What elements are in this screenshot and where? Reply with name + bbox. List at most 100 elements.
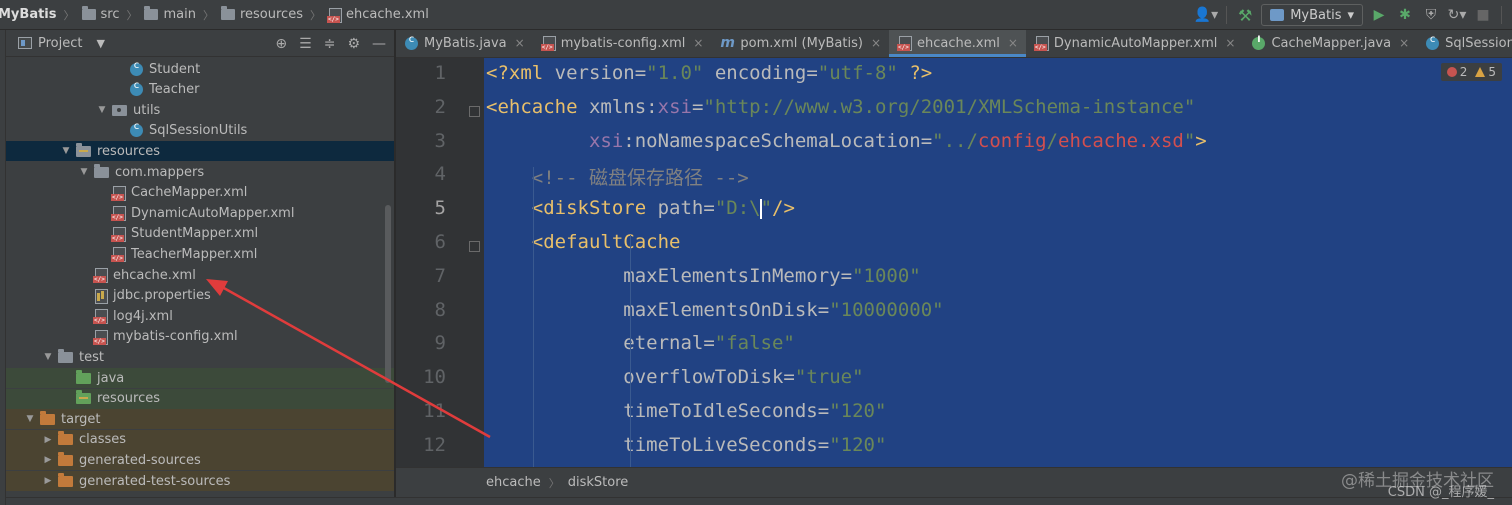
tree-item-dynamicautomapper-xml[interactable]: DynamicAutoMapper.xml [0,203,394,223]
tree-item-cachemapper-xml[interactable]: CacheMapper.xml [0,183,394,203]
close-icon[interactable]: × [1225,36,1235,50]
tree-item-ehcache-xml[interactable]: ehcache.xml [0,265,394,285]
tree-item-label: java [97,370,125,386]
code-line[interactable]: overflowToDisk="true" [486,366,863,388]
tab-cachemapper-java[interactable]: CacheMapper.java × [1243,30,1417,57]
line-number: 12 [423,433,446,456]
tab-mybatis-java[interactable]: MyBatis.java × [396,30,533,57]
code-editor[interactable]: 1 2 3 4 5 6 7 8 9 10 11 12 <?xml version="1.0" enco… [396,58,1512,467]
xml-file-icon [93,309,108,325]
gear-icon[interactable]: ⚙ [347,36,360,52]
chevron-right-icon[interactable]: ▶ [42,435,54,445]
tree-item-generated-sources[interactable]: ▶ generated-sources [0,450,394,471]
class-icon [405,34,418,50]
code-line[interactable]: <ehcache xmlns:xsi="http://www.w3.org/20… [486,96,1195,118]
chevron-down-icon[interactable]: ▼ [42,352,54,362]
close-icon[interactable]: × [515,36,525,50]
tree-item-utils[interactable]: ▼ utils [0,100,394,120]
code-line[interactable]: maxElementsOnDisk="10000000" [486,299,943,321]
locate-icon[interactable]: ⊕ [275,36,287,52]
tree-item-student[interactable]: Student [0,59,394,79]
tree-item-mybatis-config-xml[interactable]: mybatis-config.xml [0,327,394,347]
line-number: 8 [434,298,446,321]
tree-item-log4j-xml[interactable]: log4j.xml [0,306,394,326]
user-icon[interactable]: 👤▾ [1194,4,1218,26]
tree-item-teachermapper-xml[interactable]: TeacherMapper.xml [0,244,394,264]
fold-icon[interactable] [469,241,480,252]
tree-item-test[interactable]: ▼ test [0,347,394,367]
code-line[interactable]: <defaultCache [486,231,681,253]
code-line[interactable]: maxElementsInMemory="1000" [486,265,920,287]
tab-ehcache-xml[interactable]: ehcache.xml × [889,30,1026,57]
tree-item-studentmapper-xml[interactable]: StudentMapper.xml [0,224,394,244]
project-view-select[interactable]: Project ▼ [18,36,105,51]
code-line[interactable]: xsi:noNamespaceSchemaLocation="../config… [486,130,1207,152]
hammer-icon[interactable]: ⚒ [1235,4,1255,26]
run-configuration-label: MyBatis [1290,7,1342,23]
project-scrollbar[interactable] [385,205,391,383]
close-icon[interactable]: × [1399,36,1409,50]
tree-item-label: generated-test-sources [79,473,231,489]
run-icon[interactable]: ▶ [1369,4,1389,26]
tab-pom-xml-mybatis-[interactable]: m pom.xml (MyBatis) × [711,30,889,57]
collapse-all-icon[interactable]: ≑ [324,36,336,52]
navigation-bar: MyBatis 〉 src 〉 main 〉 resources 〉 ehcac… [0,0,1512,30]
tree-item-generated-test-sources[interactable]: ▶ generated-test-sources [0,471,394,491]
error-count: 2 [1446,65,1467,79]
fold-icon[interactable] [469,105,480,117]
profile-icon[interactable]: ↻▾ [1447,4,1467,26]
tree-item-resources[interactable]: ▼ resources [0,141,394,162]
tree-item-label: classes [79,432,127,448]
tree-item-label: ehcache.xml [113,267,196,283]
chevron-down-icon[interactable]: ▼ [24,414,36,424]
tree-item-sqlsessionutils[interactable]: SqlSessionUtils [0,121,394,141]
chevron-right-icon[interactable]: ▶ [42,455,54,465]
tab-mybatis-config-xml[interactable]: mybatis-config.xml × [533,30,712,57]
expand-all-icon[interactable]: ☰ [299,36,312,52]
tree-item-label: mybatis-config.xml [113,329,238,345]
xml-file-icon [540,36,556,51]
editor-breadcrumb-ehcache[interactable]: ehcache [486,475,541,490]
tree-item-teacher[interactable]: Teacher [0,80,394,100]
breadcrumb-src-label: src [100,7,120,22]
run-configuration-select[interactable]: MyBatis ▾ [1261,4,1363,26]
breadcrumb-src[interactable]: src [78,6,124,22]
project-icon [18,37,32,49]
inspection-widget[interactable]: 2 5 [1440,63,1502,81]
class-icon [1426,34,1440,50]
code-line[interactable]: <?xml version="1.0" encoding="utf-8" ?> [486,62,932,84]
tree-item-classes[interactable]: ▶ classes [0,429,394,450]
breadcrumb-file[interactable]: ehcache.xml [324,7,433,23]
debug-icon[interactable]: ✱ [1395,4,1415,26]
tree-item-jdbc-properties[interactable]: jdbc.properties [0,286,394,306]
breadcrumb-resources[interactable]: resources [217,6,307,22]
chevron-down-icon[interactable]: ▼ [96,105,108,115]
tree-item-java[interactable]: java [0,368,394,388]
properties-file-icon [94,288,108,304]
tab-dynamicautomapper-xml[interactable]: DynamicAutoMapper.xml × [1026,30,1244,57]
close-icon[interactable]: × [693,36,703,50]
chevron-down-icon[interactable]: ▼ [60,146,72,156]
code-line[interactable]: timeToIdleSeconds="120" [486,400,886,422]
coverage-icon[interactable]: ⛨ [1421,4,1441,26]
minimize-icon[interactable]: — [372,36,386,52]
breadcrumb-main[interactable]: main [140,6,199,22]
indent-guide [630,235,631,467]
tree-item-target[interactable]: ▼ target [0,409,394,430]
code-line[interactable]: timeToLiveSeconds="120" [486,434,886,456]
code-line[interactable]: <!-- 磁盘保存路径 --> [486,163,749,190]
tree-item-label: test [79,349,104,365]
chevron-down-icon[interactable]: ▼ [78,167,90,177]
stop-icon[interactable]: ■ [1473,4,1493,26]
tree-item-com-mappers[interactable]: ▼ com.mappers [0,162,394,182]
breadcrumb-project[interactable]: MyBatis [0,7,61,22]
excluded-folder-icon [40,410,55,425]
close-icon[interactable]: × [1008,36,1018,50]
tree-item-resources[interactable]: resources [0,388,394,409]
indent-guide [533,167,534,467]
breadcrumb-separator-icon: 〉 [63,8,75,22]
editor-breadcrumb-diskstore[interactable]: diskStore [568,475,629,490]
chevron-right-icon[interactable]: ▶ [42,476,54,486]
tab-sqlsessionutils-java[interactable]: SqlSessionUtils.java× [1417,30,1512,57]
close-icon[interactable]: × [871,36,881,50]
